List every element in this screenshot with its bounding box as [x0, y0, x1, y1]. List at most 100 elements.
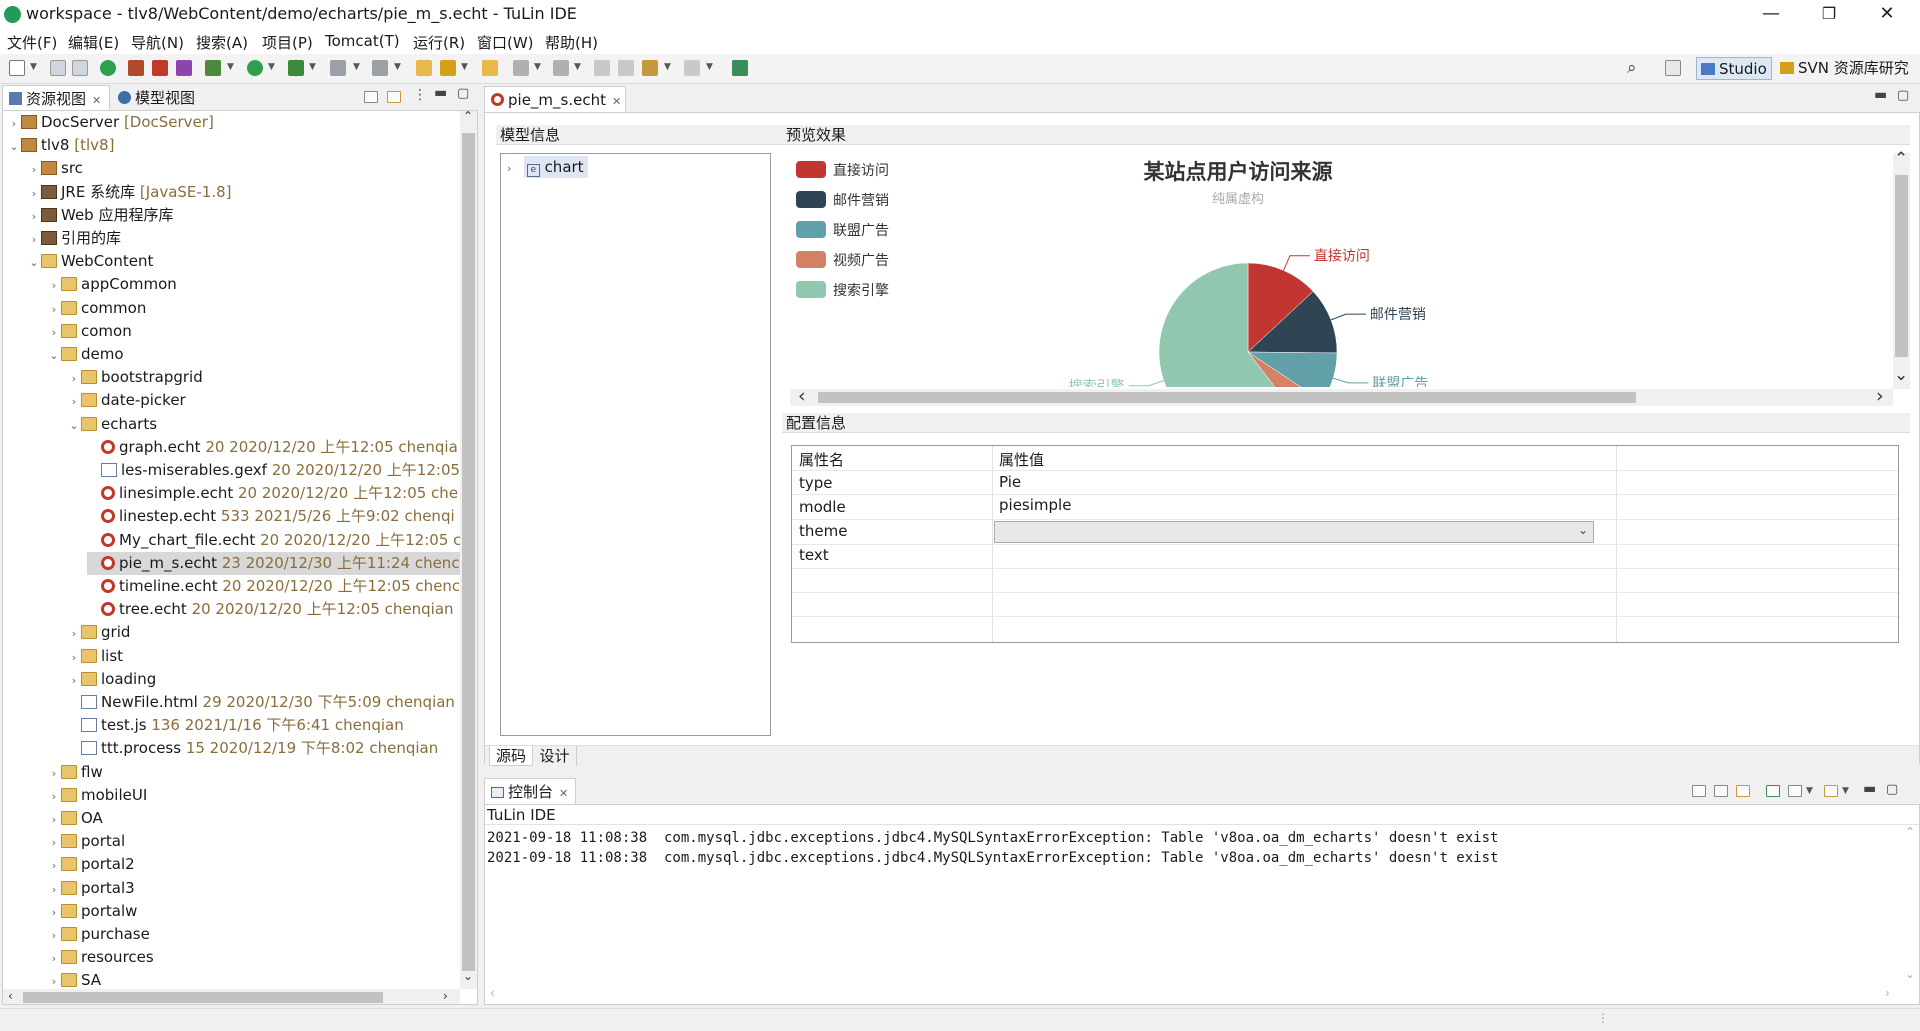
scroll-right-icon[interactable]: › — [443, 989, 448, 1003]
menu-run[interactable]: 运行(R) — [413, 32, 465, 53]
menu-file[interactable]: 文件(F) — [7, 32, 57, 53]
menu-window[interactable]: 窗口(W) — [477, 32, 534, 53]
expand-arrow-icon[interactable]: › — [67, 390, 81, 413]
collapse-arrow-icon[interactable]: ⌄ — [67, 414, 81, 437]
minimize-console-icon[interactable]: ▬ — [1863, 781, 1876, 797]
collapse-arrow-icon[interactable]: ⌄ — [27, 251, 41, 274]
tree-item[interactable]: ⌄ echarts — [67, 413, 157, 436]
edit-dropdown-icon[interactable]: ▼ — [461, 62, 468, 72]
preview-scroll-up-icon[interactable]: ⌃ — [1894, 149, 1908, 169]
tools-dropdown-icon[interactable]: ▼ — [309, 62, 316, 72]
open-perspective-icon[interactable] — [1665, 60, 1681, 76]
undeploy-icon[interactable] — [152, 60, 168, 76]
open-folder-icon[interactable] — [416, 60, 432, 76]
word-wrap-icon[interactable] — [1736, 785, 1750, 797]
prev-annotation-icon[interactable] — [553, 60, 569, 76]
debug-dropdown-icon[interactable]: ▼ — [227, 62, 234, 72]
back-icon[interactable] — [642, 60, 658, 76]
expand-arrow-icon[interactable]: › — [47, 854, 61, 877]
legend-label[interactable]: 视频广告 — [833, 253, 889, 269]
collapse-arrow-icon[interactable]: ⌄ — [7, 135, 21, 158]
console-scroll-right-icon[interactable]: › — [1885, 986, 1890, 1000]
maximize-button[interactable]: ❐ — [1800, 0, 1858, 30]
scroll-up-icon[interactable]: ⌃ — [463, 111, 473, 123]
tree-item[interactable]: ⌄ WebContent — [27, 250, 153, 273]
pin-console-icon[interactable] — [1766, 785, 1780, 797]
model-node-chart[interactable]: › e chart — [507, 156, 588, 178]
display-console-dropdown-icon[interactable]: ▼ — [1806, 786, 1813, 796]
tree-item[interactable]: › Web 应用程序库 — [27, 204, 174, 227]
tab-source[interactable]: 源码 — [489, 746, 533, 766]
tree-item[interactable]: › portalw — [47, 900, 138, 923]
legend-label[interactable]: 直接访问 — [833, 162, 889, 179]
tree-item[interactable]: › purchase — [47, 923, 150, 946]
tree-item[interactable]: graph.echt 20 2020/12/20 上午12:05 chenqia — [87, 436, 458, 459]
display-console-icon[interactable] — [1788, 785, 1802, 797]
tree-item[interactable]: › portal — [47, 830, 125, 853]
console-scroll-left-icon[interactable]: ‹ — [490, 986, 495, 1000]
clear-console-icon[interactable] — [1692, 785, 1706, 797]
theme-select[interactable]: ⌄ — [994, 521, 1594, 543]
expand-arrow-icon[interactable]: › — [67, 367, 81, 390]
menu-edit[interactable]: 编辑(E) — [68, 32, 119, 53]
perspective-studio[interactable]: Studio — [1696, 57, 1772, 80]
expand-arrow-icon[interactable]: › — [67, 669, 81, 692]
maximize-console-icon[interactable]: ▢ — [1886, 782, 1898, 797]
tree-item[interactable]: › mobileUI — [47, 784, 147, 807]
tree-item[interactable]: ttt.process 15 2020/12/19 下午8:02 chenqia… — [67, 737, 438, 760]
prev-annotation-dropdown-icon[interactable]: ▼ — [574, 62, 581, 72]
preview-scroll-right-icon[interactable]: › — [1876, 385, 1884, 407]
console-scroll-down-icon[interactable]: ⌄ — [1905, 967, 1915, 981]
tree-horizontal-scrollbar[interactable]: ‹ › — [3, 989, 460, 1004]
tree-item[interactable]: › DocServer [DocServer] — [7, 111, 214, 134]
prop-value-modle[interactable]: piesimple — [999, 496, 1071, 514]
maximize-view-icon[interactable]: ▢ — [457, 86, 469, 101]
tree-vertical-scrollbar[interactable]: ⌃ ⌄ — [460, 111, 477, 989]
minimize-view-icon[interactable]: ▬ — [434, 85, 447, 101]
tree-hscroll-thumb[interactable] — [23, 992, 383, 1003]
connect-icon[interactable] — [372, 60, 388, 76]
expand-arrow-icon[interactable]: › — [47, 878, 61, 901]
legend-label[interactable]: 搜索引擎 — [833, 282, 889, 299]
run-dropdown-icon[interactable]: ▼ — [268, 62, 275, 72]
tree-item[interactable]: test.js 136 2021/1/16 下午6:41 chenqian — [67, 714, 404, 737]
forward-dropdown-icon[interactable]: ▼ — [706, 62, 713, 72]
legend-label[interactable]: 联盟广告 — [833, 223, 889, 239]
tree-item[interactable]: › portal2 — [47, 853, 135, 876]
tree-item[interactable]: › appCommon — [47, 273, 177, 296]
tree-item[interactable]: › comon — [47, 320, 132, 343]
close-console-tab-icon[interactable]: ✕ — [559, 787, 568, 800]
link-editor-icon[interactable] — [387, 91, 401, 103]
collapse-all-icon[interactable] — [364, 91, 378, 103]
expand-arrow-icon[interactable]: › — [27, 228, 41, 251]
tree-scroll-thumb[interactable] — [462, 133, 475, 971]
preview-vertical-scrollbar[interactable]: ⌃ ⌄ — [1893, 149, 1910, 389]
legend-label[interactable]: 邮件营销 — [833, 193, 889, 209]
expand-arrow-icon[interactable]: › — [67, 646, 81, 669]
pin-icon[interactable] — [618, 60, 634, 76]
expand-arrow-icon[interactable]: › — [47, 808, 61, 831]
tree-item[interactable]: ⌄ tlv8 [tlv8] — [7, 134, 114, 157]
tree-item[interactable]: linesimple.echt 20 2020/12/20 上午12:05 ch… — [87, 482, 458, 505]
tree-item[interactable]: › list — [67, 645, 123, 668]
preview-horizontal-scrollbar[interactable]: ‹ › — [790, 385, 1893, 407]
prop-value-type[interactable]: Pie — [999, 473, 1021, 491]
expand-arrow-icon[interactable]: › — [47, 274, 61, 297]
minimize-button[interactable]: — — [1742, 0, 1800, 30]
expand-arrow-icon[interactable]: › — [47, 321, 61, 344]
tab-model-view[interactable]: 模型视图 — [112, 85, 201, 111]
expand-arrow-icon[interactable]: › — [47, 785, 61, 808]
menu-search[interactable]: 搜索(A) — [196, 32, 248, 53]
tree-item[interactable]: › SA — [47, 969, 101, 989]
close-button[interactable]: ✕ — [1858, 0, 1916, 30]
tree-item[interactable]: › bootstrapgrid — [67, 366, 203, 389]
menu-navigate[interactable]: 导航(N) — [131, 32, 184, 53]
legend-swatch[interactable] — [796, 251, 826, 268]
expand-arrow-icon[interactable]: › — [67, 622, 81, 645]
tree-item[interactable]: › common — [47, 297, 147, 321]
expand-arrow-icon[interactable]: › — [47, 298, 61, 321]
expand-arrow-icon[interactable]: › — [47, 831, 61, 854]
tree-item[interactable]: My_chart_file.echt 20 2020/12/20 上午12:05… — [87, 529, 460, 552]
tab-console[interactable]: 控制台 ✕ — [484, 778, 576, 804]
last-edit-icon[interactable] — [594, 60, 610, 76]
